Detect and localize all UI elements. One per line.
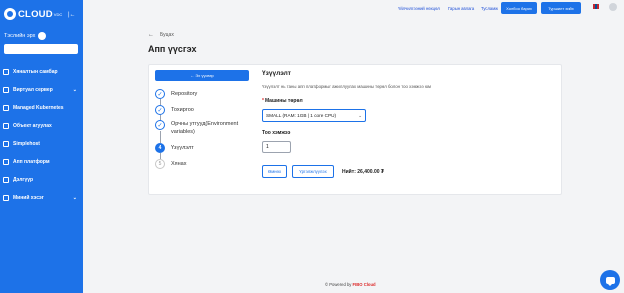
step-number: 4 [155, 143, 165, 153]
sidebar-item-label: Хяналтын самбар [13, 69, 58, 75]
check-icon: ✓ [155, 89, 165, 99]
sidebar-item-kubernetes[interactable]: Managed Kubernetes [3, 99, 81, 117]
contact-button[interactable]: Холбоо барих [501, 2, 537, 14]
step-settings[interactable]: ✓ Тохиргоо [155, 102, 250, 121]
form-description: Үзүүлэлт нь таны апп платформыг ажиллуул… [262, 84, 431, 89]
step-label: Үзүүлэлт [171, 145, 194, 151]
sidebar-item-dashboard[interactable]: Хяналтын самбар [3, 63, 81, 81]
avatar[interactable] [609, 3, 617, 11]
sidebar-item-label: Виртуал сервер [13, 87, 53, 93]
total-price: Нийт: 26,400.00 ₮ [342, 168, 384, 175]
dashboard-icon [3, 69, 9, 75]
terms-link[interactable]: Үйлчилгээний нөхцөл [398, 6, 440, 11]
chat-icon [605, 276, 615, 286]
machine-type-value: SMALL (RAM: 1GB | 1 core CPU) [266, 113, 337, 118]
sidebar-search-input[interactable] [4, 44, 78, 54]
app-create-card: ← Эх үүсвэр ✓ Repository ✓ Тохиргоо ✓ Ор… [148, 64, 562, 195]
previous-button[interactable]: Өмнөх [262, 165, 287, 178]
sidebar: CLOUD VDC |← Тэслийн эрх Хяналтын самбар… [0, 0, 83, 293]
logo-sup: VDC [53, 11, 63, 17]
sidebar-item-simplehost[interactable]: Simplehost [3, 135, 81, 153]
step-environment-variables[interactable]: ✓ Орчны утгууд(Environment variables) [155, 118, 250, 143]
guide-link[interactable]: Гарын авлага [448, 6, 474, 11]
step-specification[interactable]: 4 Үзүүлэлт [155, 140, 250, 159]
balance-toggle[interactable] [38, 32, 47, 40]
collapse-sidebar-icon[interactable]: |← [68, 12, 76, 18]
arrow-left-icon: ← [148, 32, 154, 38]
sidebar-item-label: Апп платформ [13, 159, 50, 165]
footer: © Powered by FIBO Cloud [325, 282, 376, 287]
logo-icon [4, 8, 16, 20]
chevron-down-icon: ⌄ [358, 112, 362, 118]
storage-icon [3, 123, 9, 129]
sidebar-item-virtual-server[interactable]: Виртуал сервер ⌄ [3, 81, 81, 99]
logo-text: CLOUD [18, 8, 53, 20]
spec-form: Үзүүлэлт Үзүүлэлт нь таны апп платформыг… [262, 70, 557, 178]
machine-type-label-text: Машины төрөл [264, 98, 303, 104]
continue-button[interactable]: Үргэлжлүүлэх [292, 165, 334, 178]
help-link[interactable]: Тусламж [481, 6, 498, 11]
sidebar-item-object-storage[interactable]: Объект агуулах [3, 117, 81, 135]
sidebar-item-my-section[interactable]: Миний хэсэг ⌄ [3, 189, 81, 207]
sidebar-item-store[interactable]: Дэлгүүр [3, 171, 81, 189]
chat-button[interactable] [600, 270, 620, 290]
server-icon [3, 87, 9, 93]
step-label: Тохиргоо [171, 107, 194, 113]
form-actions: Өмнөх Үргэлжлүүлэх Нийт: 26,400.00 ₮ [262, 165, 557, 178]
step-number: 5 [155, 159, 165, 169]
sidebar-nav: Хяналтын самбар Виртуал сервер ⌄ Managed… [3, 63, 81, 207]
footer-prefix: © Powered by [325, 282, 352, 287]
step-review[interactable]: 5 Хянах [155, 156, 250, 172]
topbar: Үйлчилгээний нөхцөл Гарын авлага Тусламж… [83, 0, 624, 16]
back-link[interactable]: ← Буцах [148, 32, 174, 38]
sidebar-item-app-platform[interactable]: Апп платформ [3, 153, 81, 171]
chevron-down-icon: ⌄ [72, 195, 77, 201]
count-label: Тоо хэмжээ [262, 130, 291, 136]
page-title: Апп үүсгэх [148, 44, 197, 54]
machine-type-label: *Машины төрөл [262, 98, 557, 104]
balance-label: Тэслийн эрх [4, 33, 36, 39]
sidebar-item-label: Managed Kubernetes [13, 105, 64, 111]
step-repository[interactable]: ✓ Repository [155, 86, 250, 105]
check-icon: ✓ [155, 120, 165, 130]
sidebar-item-label: Simplehost [13, 141, 40, 147]
check-icon: ✓ [155, 105, 165, 115]
store-icon [3, 177, 9, 183]
kubernetes-icon [3, 105, 9, 111]
step-label: Repository [171, 91, 198, 97]
sidebar-item-label: Объект агуулах [13, 123, 52, 129]
count-input[interactable]: 1 [262, 141, 291, 153]
sidebar-item-label: Миний хэсэг [13, 195, 44, 201]
host-icon [3, 141, 9, 147]
trial-button[interactable]: Туршилт хийх [541, 2, 581, 14]
stepper: ← Эх үүсвэр ✓ Repository ✓ Тохиргоо ✓ Ор… [155, 70, 250, 172]
sidebar-item-label: Дэлгүүр [13, 177, 34, 183]
footer-brand[interactable]: FIBO Cloud [353, 282, 376, 287]
balance-row: Тэслийн эрх [4, 32, 47, 40]
step-label: Орчны утгууд(Environment variables) [171, 121, 239, 135]
chevron-down-icon: ⌄ [72, 87, 77, 93]
language-flag-icon[interactable] [593, 4, 599, 9]
user-icon [3, 195, 9, 201]
form-title: Үзүүлэлт [262, 70, 291, 77]
step-label: Хянах [171, 161, 187, 167]
logo[interactable]: CLOUD VDC [4, 8, 62, 20]
app-platform-icon [3, 159, 9, 165]
machine-type-select[interactable]: SMALL (RAM: 1GB | 1 core CPU) ⌄ [262, 109, 366, 122]
back-label: Буцах [160, 32, 174, 38]
required-mark: * [262, 98, 264, 104]
source-back-button[interactable]: ← Эх үүсвэр [155, 70, 249, 81]
